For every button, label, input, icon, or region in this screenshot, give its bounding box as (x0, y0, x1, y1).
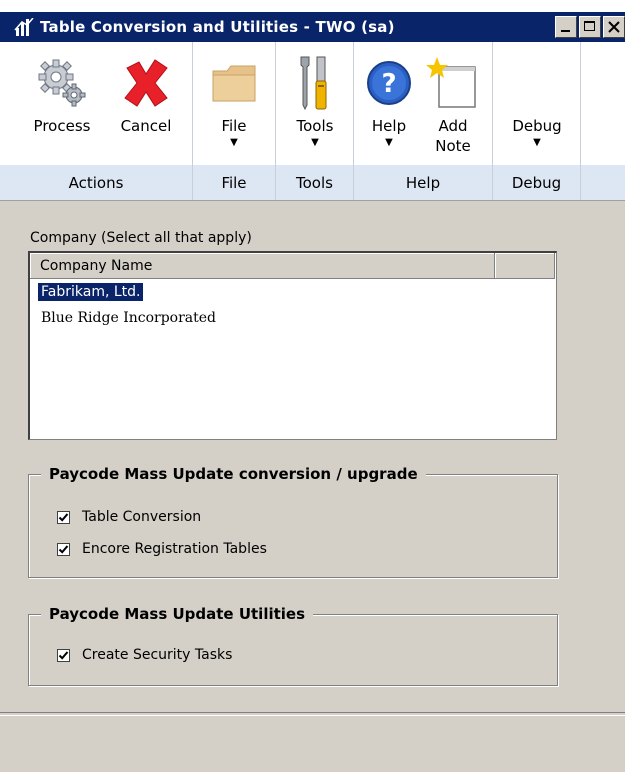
checkbox-box[interactable] (57, 542, 70, 556)
create-security-tasks-checkbox[interactable]: Create Security Tasks (57, 647, 232, 663)
add-note-button[interactable]: Add Note (422, 50, 484, 156)
column-header-company-name[interactable]: Company Name (30, 253, 495, 279)
group-label-debug: Debug (511, 174, 562, 192)
ribbon-group-help: ? Help ▼ Add Note Help (354, 42, 493, 200)
ribbon-group-file: File ▼ File (193, 42, 276, 200)
debug-button[interactable]: Debug ▼ (505, 50, 569, 148)
utilities-group-title: Paycode Mass Update Utilities (41, 605, 314, 623)
close-icon (608, 21, 620, 33)
process-label: Process (33, 117, 91, 135)
ribbon-group-actions: Process Cancel Actions (0, 42, 193, 200)
encore-registration-checkbox[interactable]: Encore Registration Tables (57, 541, 267, 557)
group-label-actions: Actions (68, 174, 124, 192)
checkmark-icon (58, 544, 69, 554)
svg-text:?: ? (381, 69, 396, 99)
conversion-groupbox: Paycode Mass Update conversion / upgrade… (28, 465, 558, 578)
list-item[interactable]: Blue Ridge Incorporated (30, 305, 556, 331)
tools-label: Tools (296, 117, 334, 135)
debug-label: Debug (512, 117, 562, 135)
red-x-icon (124, 59, 168, 107)
add-note-label-line2: Note (435, 137, 471, 155)
company-name: Fabrikam, Ltd. (38, 283, 144, 301)
company-name: Blue Ridge Incorporated (41, 310, 217, 326)
add-note-label-line1: Add (438, 117, 468, 135)
list-item[interactable]: Fabrikam, Ltd. (30, 279, 556, 305)
file-label: File (221, 117, 247, 135)
ribbon-group-debug: Debug ▼ Debug (493, 42, 581, 200)
help-label: Help (371, 117, 407, 135)
table-conversion-checkbox[interactable]: Table Conversion (57, 509, 201, 525)
group-label-help: Help (405, 174, 441, 192)
conversion-group-title: Paycode Mass Update conversion / upgrade (41, 465, 426, 483)
checkmark-icon (58, 512, 69, 522)
checkbox-label: Encore Registration Tables (82, 541, 267, 557)
bottom-separator (0, 712, 625, 716)
file-button[interactable]: File ▼ (203, 50, 265, 148)
chevron-down-icon: ▼ (533, 137, 541, 148)
checkbox-box[interactable] (57, 510, 70, 524)
window-title: Table Conversion and Utilities - TWO (sa… (40, 18, 395, 36)
gears-icon (38, 59, 86, 107)
help-icon: ? (367, 61, 411, 105)
utilities-groupbox: Paycode Mass Update Utilities Create Sec… (28, 605, 558, 686)
cancel-button[interactable]: Cancel (108, 50, 184, 136)
checkbox-label: Create Security Tasks (82, 647, 233, 663)
close-button[interactable] (603, 16, 625, 38)
debug-icon (505, 50, 569, 116)
cancel-label: Cancel (120, 117, 172, 135)
checkmark-icon (58, 650, 69, 660)
chevron-down-icon: ▼ (230, 137, 238, 148)
checkbox-label: Table Conversion (82, 509, 202, 525)
ribbon-group-tools: Tools ▼ Tools (276, 42, 354, 200)
top-strip (0, 0, 625, 12)
process-button[interactable]: Process (22, 50, 102, 136)
column-header-blank[interactable] (495, 253, 555, 279)
chevron-down-icon: ▼ (385, 137, 393, 148)
note-icon (426, 57, 476, 108)
company-listbox[interactable]: Company Name Fabrikam, Ltd. Blue Ridge I… (28, 251, 557, 440)
ribbon: Process Cancel Actions File ▼ File Tools… (0, 42, 625, 201)
tools-button[interactable]: Tools ▼ (284, 50, 346, 148)
checkbox-box[interactable] (57, 648, 70, 662)
group-label-tools: Tools (296, 174, 333, 192)
chevron-down-icon: ▼ (311, 137, 319, 148)
folder-icon (212, 65, 256, 102)
group-label-file: File (221, 174, 247, 192)
help-button[interactable]: ? Help ▼ (362, 50, 416, 148)
app-chart-icon (14, 16, 36, 38)
tools-icon (300, 56, 327, 111)
list-header: Company Name (30, 253, 556, 279)
maximize-button[interactable] (579, 16, 601, 38)
minimize-button[interactable] (555, 16, 577, 38)
title-bar: Table Conversion and Utilities - TWO (sa… (0, 12, 625, 42)
company-section-label: Company (Select all that apply) (30, 230, 252, 246)
